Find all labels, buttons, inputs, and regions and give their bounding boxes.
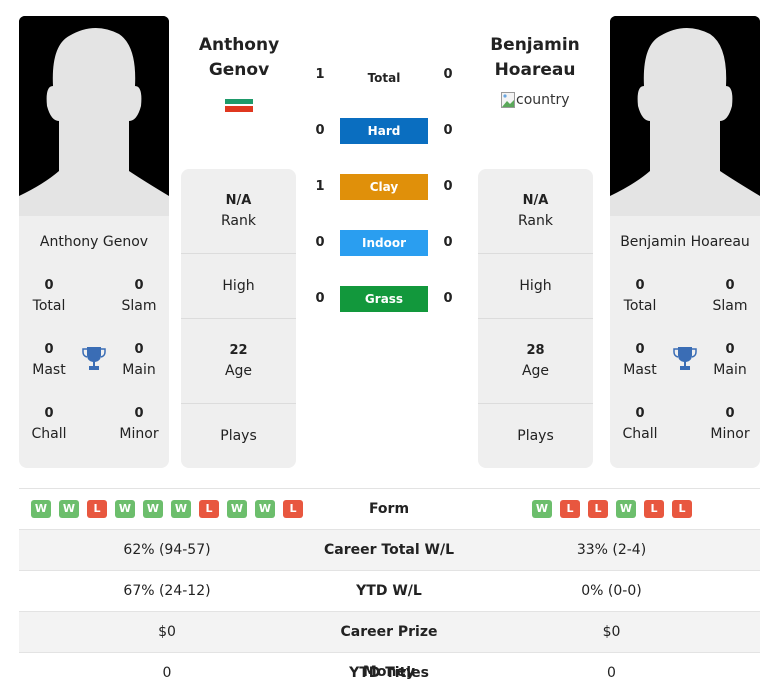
- titles-slam: 0 Slam: [121, 278, 157, 314]
- rank-stat: N/A Rank: [518, 193, 553, 229]
- player1-titles-card: Anthony Genov 0 Total 0 Slam 0 Mast 0 Main 0…: [19, 216, 169, 468]
- plays-stat: Plays: [517, 428, 554, 444]
- h2h-clay-row: 1 Clay 0: [305, 174, 465, 200]
- divider: [181, 403, 296, 404]
- player1-info-card: N/A Rank High 22 Age Plays: [181, 169, 296, 468]
- win-badge[interactable]: W: [227, 500, 247, 518]
- surface-grass-badge: Grass: [340, 286, 428, 312]
- surface-clay-badge: Clay: [340, 174, 428, 200]
- win-badge[interactable]: W: [59, 500, 79, 518]
- titles-chall: 0 Chall: [31, 406, 67, 442]
- h2h-indoor-row: 0 Indoor 0: [305, 230, 465, 256]
- divider: [181, 253, 296, 254]
- high-stat: High: [519, 278, 552, 294]
- win-badge[interactable]: W: [255, 500, 275, 518]
- player1-name-link[interactable]: Anthony Genov: [174, 33, 304, 83]
- surface-hard-badge: Hard: [340, 118, 428, 144]
- titles-total: 0 Total: [32, 278, 66, 314]
- titles-slam: 0 Slam: [712, 278, 748, 314]
- stats-row: 62% (94-57) Career Total W/L 33% (2-4): [19, 530, 760, 571]
- rank-stat: N/A Rank: [221, 193, 256, 229]
- win-badge[interactable]: W: [143, 500, 163, 518]
- titles-total: 0 Total: [623, 278, 657, 314]
- titles-chall: 0 Chall: [622, 406, 658, 442]
- win-badge[interactable]: W: [616, 500, 636, 518]
- age-stat: 28 Age: [521, 343, 550, 379]
- bulgaria-flag-icon: [225, 97, 253, 112]
- plays-stat: Plays: [220, 428, 257, 444]
- country-flag-broken-image: country: [501, 92, 570, 108]
- loss-badge[interactable]: L: [560, 500, 580, 518]
- divider: [478, 403, 593, 404]
- loss-badge[interactable]: L: [87, 500, 107, 518]
- broken-image-icon: [501, 92, 515, 108]
- age-stat: 22 Age: [224, 343, 253, 379]
- loss-badge[interactable]: L: [283, 500, 303, 518]
- titles-main: 0 Main: [713, 342, 747, 378]
- player2-card-name: Benjamin Hoareau: [620, 234, 750, 250]
- stats-row: $0 Career Prize Money $0: [19, 612, 760, 680]
- h2h-grass-row: 0 Grass 0: [305, 286, 465, 312]
- trophy-icon: [673, 347, 697, 370]
- player2-titles-card: Benjamin Hoareau 0 Total 0 Slam 0 Mast 0 Mai…: [610, 216, 760, 468]
- win-badge[interactable]: W: [31, 500, 51, 518]
- loss-badge[interactable]: L: [672, 500, 692, 518]
- form-row: WWLWWWLWWL Form WLLWLL: [19, 489, 760, 530]
- surface-indoor-badge: Indoor: [340, 230, 428, 256]
- player1-photo: [19, 16, 169, 216]
- win-badge[interactable]: W: [532, 500, 552, 518]
- player1-form: WWLWWWLWWL: [31, 500, 303, 518]
- silhouette-icon: [610, 16, 760, 216]
- player2-form: WLLWLL: [532, 500, 692, 518]
- stats-comparison-table: WWLWWWLWWL Form WLLWLL 62% (94-57) Caree…: [19, 488, 760, 694]
- divider: [478, 253, 593, 254]
- win-badge[interactable]: W: [115, 500, 135, 518]
- silhouette-icon: [19, 16, 169, 216]
- player2-info-card: N/A Rank High 28 Age Plays: [478, 169, 593, 468]
- titles-main: 0 Main: [122, 342, 156, 378]
- divider: [478, 318, 593, 319]
- h2h-total-row: 1 Total 0: [315, 67, 453, 85]
- loss-badge[interactable]: L: [199, 500, 219, 518]
- titles-mast: 0 Mast: [623, 342, 657, 378]
- titles-mast: 0 Mast: [32, 342, 66, 378]
- divider: [181, 318, 296, 319]
- titles-minor: 0 Minor: [710, 406, 750, 442]
- player2-name-link[interactable]: Benjamin Hoareau: [470, 33, 600, 83]
- loss-badge[interactable]: L: [588, 500, 608, 518]
- titles-minor: 0 Minor: [119, 406, 159, 442]
- trophy-icon: [82, 347, 106, 370]
- player2-photo: [610, 16, 760, 216]
- h2h-hard-row: 0 Hard 0: [305, 118, 465, 144]
- win-badge[interactable]: W: [171, 500, 191, 518]
- stats-row: 67% (24-12) YTD W/L 0% (0-0): [19, 571, 760, 612]
- high-stat: High: [222, 278, 255, 294]
- loss-badge[interactable]: L: [644, 500, 664, 518]
- stats-row: 0 YTD Titles 0: [162, 665, 616, 681]
- player1-card-name: Anthony Genov: [39, 234, 149, 250]
